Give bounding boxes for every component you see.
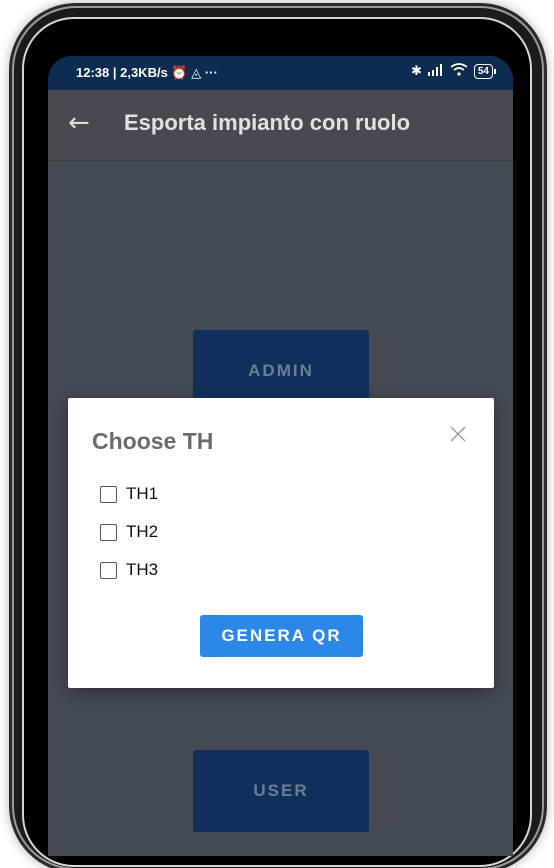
page-title: Esporta impianto con ruolo <box>124 110 411 135</box>
back-arrow-icon[interactable]: ← <box>68 108 90 138</box>
wifi-icon <box>450 63 468 79</box>
signal-icon <box>427 63 444 79</box>
dialog-title: Choose TH <box>92 428 214 454</box>
option-label: TH2 <box>126 522 159 541</box>
option-th1[interactable]: TH1 <box>100 484 158 504</box>
option-label: TH3 <box>126 560 159 579</box>
checkbox-th1[interactable] <box>100 485 117 503</box>
status-time-and-speed: 12:38 | 2,3KB/s ⏰ ◬ ··· <box>76 65 218 80</box>
option-label: TH1 <box>126 484 159 503</box>
option-th3[interactable]: TH3 <box>100 560 158 580</box>
battery-icon: 54 <box>473 63 497 79</box>
choose-th-dialog: Choose TH TH1 TH2 TH3 GENERA QR <box>68 398 494 688</box>
user-button[interactable]: USER <box>193 750 369 832</box>
generate-qr-button[interactable]: GENERA QR <box>200 615 363 657</box>
bluetooth-icon: ✱ <box>410 63 422 78</box>
close-icon[interactable] <box>448 424 468 444</box>
app-bar: ← Esporta impianto con ruolo <box>48 90 513 161</box>
option-th2[interactable]: TH2 <box>100 522 158 542</box>
checkbox-th2[interactable] <box>100 523 117 541</box>
checkbox-th3[interactable] <box>100 561 117 579</box>
status-icons: ✱ 54 <box>410 63 497 79</box>
status-bar: 12:38 | 2,3KB/s ⏰ ◬ ··· ✱ 54 <box>48 56 513 90</box>
